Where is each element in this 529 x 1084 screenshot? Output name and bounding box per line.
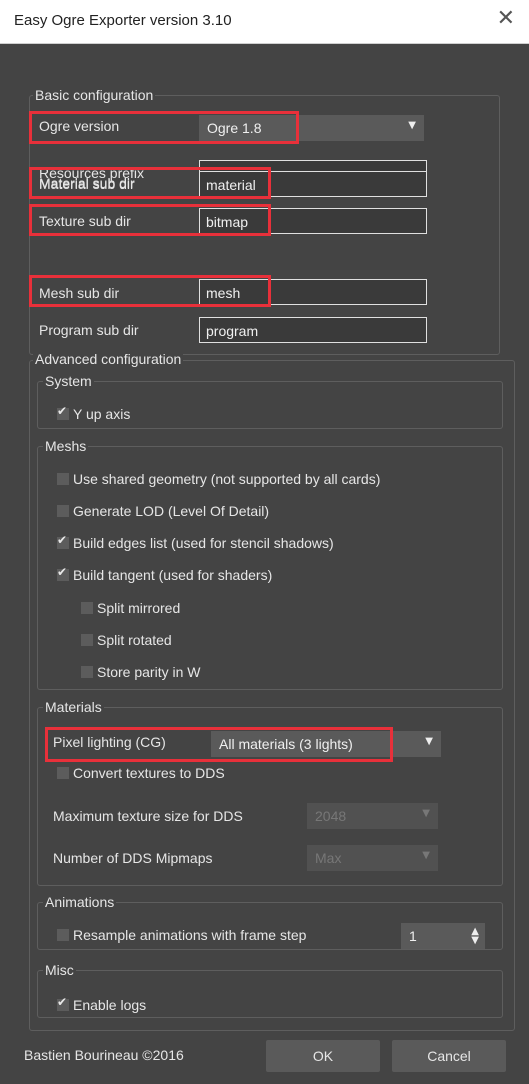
materials-legend: Materials (43, 699, 104, 715)
generate-lod-checkbox[interactable]: Generate LOD (Level Of Detail) (57, 503, 269, 519)
store-parity-checkbox[interactable]: Store parity in W (81, 664, 200, 680)
animations-legend: Animations (43, 894, 117, 910)
enable-logs-label: Enable logs (73, 997, 147, 1013)
split-mirrored-label: Split mirrored (97, 600, 181, 616)
material-sub-dir-field[interactable]: material (199, 171, 427, 197)
split-rotated-checkbox[interactable]: Split rotated (81, 632, 172, 648)
edges-list-checkbox[interactable]: ✔ Build edges list (used for stencil sha… (57, 533, 334, 551)
pixel-lighting-value: All materials (3 lights) (219, 736, 353, 752)
pixel-lighting-select[interactable]: All materials (3 lights) ▼ (211, 731, 441, 757)
check-icon: ✔ (57, 565, 68, 579)
system-legend: System (43, 373, 94, 389)
program-sub-dir-field[interactable]: program (199, 317, 427, 343)
close-icon[interactable]: ✕ (497, 8, 515, 30)
chevron-down-icon: ▼ (422, 850, 430, 861)
dialog-content: Basic configuration Ogre version Ogre 1.… (0, 44, 529, 1084)
split-rotated-label: Split rotated (97, 632, 172, 648)
max-texture-size-label: Maximum texture size for DDS (53, 808, 243, 824)
spinner-arrows-icon[interactable]: ▲ ▼ (471, 927, 479, 946)
convert-dds-checkbox[interactable]: Convert textures to DDS (57, 765, 225, 781)
material-sub-dir-label: Material sub dir (39, 176, 135, 192)
y-up-axis-label: Y up axis (73, 406, 131, 422)
tangent-checkbox[interactable]: ✔ Build tangent (used for shaders) (57, 565, 273, 583)
y-up-axis-checkbox[interactable]: ✔ Y up axis (57, 404, 131, 422)
mesh-sub-dir-field[interactable]: mesh (199, 279, 427, 305)
ogre-version-value: Ogre 1.8 (207, 120, 262, 136)
chevron-down-icon: ▼ (422, 808, 430, 819)
store-parity-label: Store parity in W (97, 664, 201, 680)
split-mirrored-checkbox[interactable]: Split mirrored (81, 600, 180, 616)
copyright-text: Bastien Bourineau ©2016 (24, 1047, 184, 1063)
chevron-down-icon: ▼ (408, 120, 416, 131)
check-icon: ✔ (57, 533, 68, 547)
check-icon: ✔ (57, 404, 68, 418)
frame-step-spinner[interactable]: 1 ▲ ▼ (401, 923, 485, 949)
texture-sub-dir-field[interactable]: bitmap (199, 208, 427, 234)
max-texture-size-value: 2048 (315, 808, 347, 824)
shared-geometry-checkbox[interactable]: Use shared geometry (not supported by al… (57, 471, 380, 487)
pixel-lighting-label: Pixel lighting (CG) (53, 734, 166, 750)
tangent-label: Build tangent (used for shaders) (73, 567, 273, 583)
enable-logs-checkbox[interactable]: ✔ Enable logs (57, 995, 147, 1013)
resample-animations-label: Resample animations with frame step (73, 927, 307, 943)
basic-configuration-legend: Basic configuration (33, 87, 156, 103)
chevron-down-icon: ▼ (425, 736, 433, 747)
edges-list-label: Build edges list (used for stencil shado… (73, 535, 334, 551)
title-bar: Easy Ogre Exporter version 3.10 ✕ (0, 0, 529, 44)
window-title: Easy Ogre Exporter version 3.10 (14, 12, 232, 29)
cancel-button[interactable]: Cancel (392, 1040, 506, 1072)
check-icon: ✔ (57, 995, 68, 1009)
max-texture-size-select: 2048 ▼ (307, 803, 438, 829)
generate-lod-label: Generate LOD (Level Of Detail) (73, 503, 270, 519)
meshs-legend: Meshs (43, 438, 89, 454)
misc-legend: Misc (43, 962, 76, 978)
dds-mipmaps-value: Max (315, 850, 342, 866)
frame-step-value: 1 (409, 928, 417, 944)
advanced-configuration-legend: Advanced configuration (33, 351, 184, 367)
dds-mipmaps-label: Number of DDS Mipmaps (53, 850, 213, 866)
dds-mipmaps-select: Max ▼ (307, 845, 438, 871)
ogre-version-select[interactable]: Ogre 1.8 ▼ (199, 115, 424, 141)
resample-animations-checkbox[interactable]: Resample animations with frame step (57, 927, 306, 943)
shared-geometry-label: Use shared geometry (not supported by al… (73, 471, 381, 487)
convert-dds-label: Convert textures to DDS (73, 765, 225, 781)
ogre-version-label: Ogre version (39, 118, 120, 134)
ok-button[interactable]: OK (266, 1040, 380, 1072)
